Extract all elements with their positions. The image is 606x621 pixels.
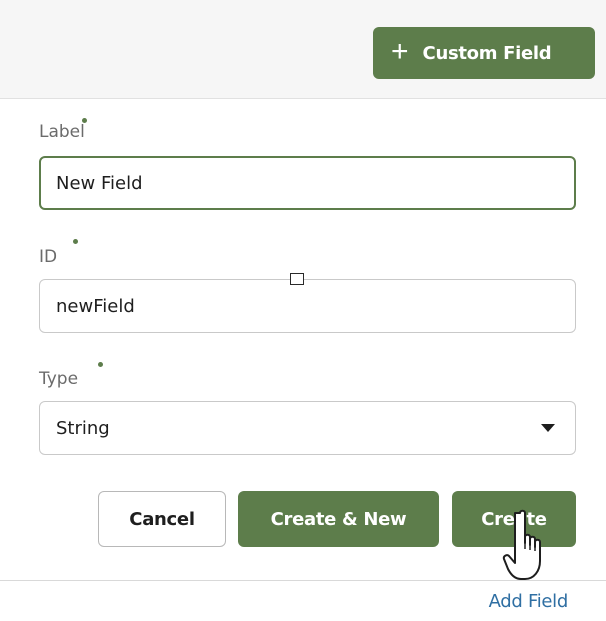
id-field-label: ID [39,247,58,267]
required-indicator [73,239,78,244]
chevron-down-icon [541,424,555,432]
create-button[interactable]: Create [452,491,576,547]
create-and-new-button[interactable]: Create & New [238,491,439,547]
plus-icon: + [391,34,409,68]
new-field-form: Label ID Type String Cancel Create & New… [0,98,606,581]
label-field-label: Label [39,122,85,142]
type-field-label: Type [39,369,79,389]
cancel-button[interactable]: Cancel [98,491,226,547]
required-indicator [98,362,103,367]
type-select[interactable]: String [39,401,576,455]
custom-field-button-label: Custom Field [422,42,552,64]
toolbar: + Custom Field [0,0,606,98]
type-select-value: String [56,417,110,439]
footer-row: Add Field [0,580,606,621]
required-indicator [82,118,87,123]
id-input[interactable] [39,279,576,333]
resize-handle-icon[interactable] [290,273,304,285]
custom-field-button[interactable]: + Custom Field [373,27,595,79]
add-field-link[interactable]: Add Field [489,591,569,612]
label-input[interactable] [39,156,576,210]
